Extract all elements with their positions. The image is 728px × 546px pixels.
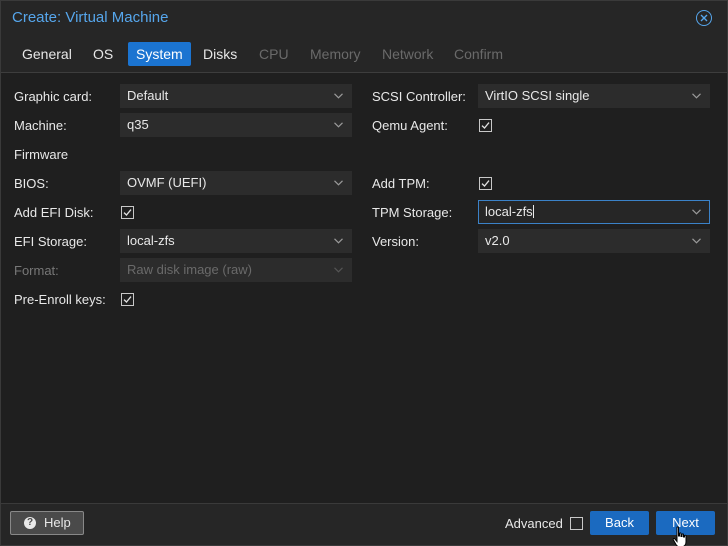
checkmark-icon <box>123 209 132 216</box>
efi-storage-value: local-zfs <box>127 233 175 248</box>
back-button[interactable]: Back <box>590 511 649 535</box>
graphic-card-label: Graphic card: <box>14 89 93 104</box>
tab-cpu: CPU <box>259 46 289 62</box>
pre-enroll-keys-label: Pre-Enroll keys: <box>14 292 106 307</box>
advanced-checkbox[interactable] <box>570 517 583 530</box>
scsi-controller-label: SCSI Controller: <box>372 89 466 104</box>
bios-value: OVMF (UEFI) <box>127 175 207 190</box>
bios-select[interactable]: OVMF (UEFI) <box>120 171 352 195</box>
efi-storage-label: EFI Storage: <box>14 234 87 249</box>
format-value: Raw disk image (raw) <box>127 262 252 277</box>
chevron-down-icon <box>334 267 343 273</box>
dialog-footer: ? Help Advanced Back Next <box>1 503 727 545</box>
checkmark-icon <box>481 180 490 187</box>
version-value: v2.0 <box>485 233 510 248</box>
checkmark-icon <box>481 122 490 129</box>
close-icon <box>700 14 708 22</box>
tpm-storage-select[interactable]: local-zfs <box>478 200 710 224</box>
tab-disks[interactable]: Disks <box>195 42 245 66</box>
machine-select[interactable]: q35 <box>120 113 352 137</box>
qemu-agent-label: Qemu Agent: <box>372 118 448 133</box>
add-efi-disk-label: Add EFI Disk: <box>14 205 94 220</box>
chevron-down-icon <box>692 209 701 215</box>
format-label: Format: <box>14 263 59 278</box>
machine-label: Machine: <box>14 118 67 133</box>
scsi-controller-value: VirtIO SCSI single <box>485 88 590 103</box>
chevron-down-icon <box>334 93 343 99</box>
pre-enroll-keys-checkbox[interactable] <box>121 293 134 306</box>
tpm-storage-label: TPM Storage: <box>372 205 453 220</box>
efi-storage-select[interactable]: local-zfs <box>120 229 352 253</box>
question-circle-icon: ? <box>24 517 36 529</box>
tab-general[interactable]: General <box>14 42 80 66</box>
chevron-down-icon <box>334 238 343 244</box>
text-caret <box>532 205 534 218</box>
tab-confirm: Confirm <box>454 46 504 62</box>
graphic-card-value: Default <box>127 88 169 103</box>
chevron-down-icon <box>692 93 701 99</box>
chevron-down-icon <box>334 180 343 186</box>
tpm-storage-value: local-zfs <box>485 204 533 219</box>
add-tpm-checkbox[interactable] <box>479 177 492 190</box>
advanced-label: Advanced <box>505 516 563 531</box>
bios-label: BIOS: <box>14 176 49 191</box>
tab-memory: Memory <box>310 46 361 62</box>
create-vm-dialog: Create: Virtual Machine General OS Syste… <box>0 0 728 546</box>
version-label: Version: <box>372 234 419 249</box>
version-select[interactable]: v2.0 <box>478 229 710 253</box>
add-efi-disk-checkbox[interactable] <box>121 206 134 219</box>
help-button[interactable]: ? Help <box>10 511 84 535</box>
hand-pointer-icon <box>672 526 687 546</box>
chevron-down-icon <box>692 238 701 244</box>
dialog-title: Create: Virtual Machine <box>12 9 169 26</box>
tab-os[interactable]: OS <box>85 42 121 66</box>
chevron-down-icon <box>334 122 343 128</box>
system-panel: Graphic card: Default Machine: q35 Firmw… <box>1 73 727 503</box>
machine-value: q35 <box>127 117 149 132</box>
close-button[interactable] <box>696 10 712 26</box>
tab-network: Network <box>382 46 434 62</box>
qemu-agent-checkbox[interactable] <box>479 119 492 132</box>
wizard-tabs: General OS System Disks CPU Memory Netwo… <box>1 42 727 70</box>
tab-system[interactable]: System <box>128 42 191 66</box>
firmware-heading: Firmware <box>14 147 69 162</box>
format-select: Raw disk image (raw) <box>120 258 352 282</box>
scsi-controller-select[interactable]: VirtIO SCSI single <box>478 84 710 108</box>
dialog-titlebar: Create: Virtual Machine <box>1 1 727 35</box>
add-tpm-label: Add TPM: <box>372 176 430 191</box>
help-button-label: Help <box>44 515 71 530</box>
checkmark-icon <box>123 296 132 303</box>
graphic-card-select[interactable]: Default <box>120 84 352 108</box>
